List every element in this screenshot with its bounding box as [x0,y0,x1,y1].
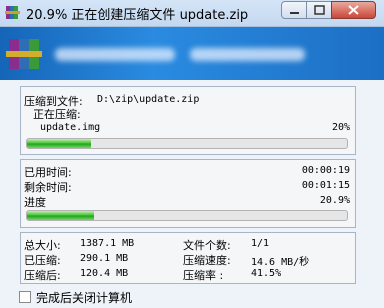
winrar-books-icon [5,6,20,19]
window-title: 20.9% 正在创建压缩文件 update.zip [26,8,249,23]
close-icon [348,5,359,15]
remaining-label: 剩余时间: [24,181,72,194]
file-progress-bar [26,138,348,149]
file-percent: 20% [331,122,350,133]
speed-label: 压缩速度: [183,254,231,267]
shutdown-checkbox[interactable] [19,291,31,303]
progress-value: 20.9% [319,195,350,206]
remaining-value: 00:01:15 [301,180,350,191]
file-count-label: 文件个数: [183,239,231,252]
status-label: 正在压缩: [33,108,81,121]
banner [0,27,384,80]
minimize-icon [290,12,299,14]
maximize-icon [314,5,325,15]
ratio-value: 41.5% [251,268,282,279]
file-progress-fill [27,139,91,148]
compressed-label: 压缩后: [24,269,61,282]
blurred-banner-text [190,48,305,61]
ratio-label: 压缩率 : [183,269,224,282]
close-button[interactable] [331,1,376,19]
blurred-banner-text [55,48,175,61]
archive-path: D:\zip\update.zip [97,94,200,105]
compressed-value: 120.4 MB [80,268,129,279]
current-file: update.img [40,122,101,133]
time-panel: 已用时间: 00:00:19 剩余时间: 00:01:15 进度 20.9% [20,159,356,228]
total-progress-fill [27,211,94,220]
elapsed-label: 已用时间: [24,166,72,179]
speed-value: 14.6 MB/秒 [251,257,310,268]
shutdown-label[interactable]: 完成后关闭计算机 [36,289,132,306]
maximize-button[interactable] [306,1,332,19]
total-size-label: 总大小: [24,239,61,252]
file-count-value: 1/1 [251,238,270,249]
minimize-button[interactable] [281,1,307,19]
winrar-books-icon [6,39,42,69]
elapsed-value: 00:00:19 [301,165,350,176]
progress-label: 进度 [24,196,46,209]
total-size-value: 1387.1 MB [80,238,135,249]
title-bar: 20.9% 正在创建压缩文件 update.zip [0,0,384,27]
total-progress-bar [26,210,348,221]
processed-label: 已压缩: [24,254,61,267]
stats-panel: 总大小: 1387.1 MB 已压缩: 290.1 MB 压缩后: 120.4 … [20,232,356,284]
processed-value: 290.1 MB [80,253,129,264]
archive-panel: 压缩到文件: D:\zip\update.zip 正在压缩: update.im… [20,86,356,155]
